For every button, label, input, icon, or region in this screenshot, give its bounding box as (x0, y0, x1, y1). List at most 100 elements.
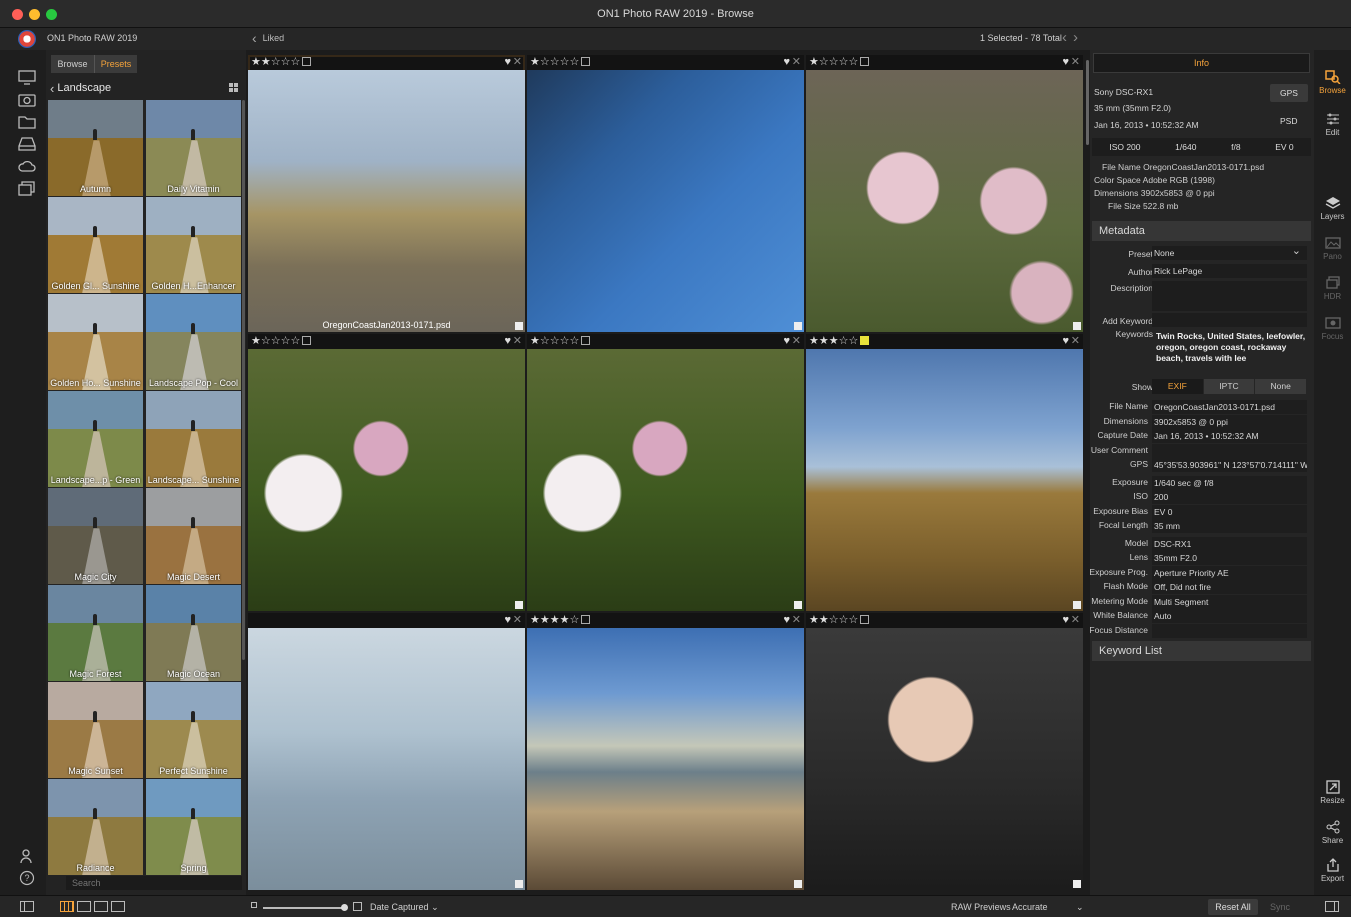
module-layers[interactable]: Layers (1314, 196, 1351, 221)
reject-icon[interactable]: ✕ (513, 334, 522, 348)
grid-view-icon[interactable] (229, 83, 238, 92)
drive-icon[interactable] (18, 136, 36, 151)
exif-value[interactable]: 200 (1152, 490, 1307, 504)
module-browse-label[interactable]: Browse (1319, 86, 1346, 95)
color-label-box[interactable] (860, 615, 870, 624)
back-label[interactable]: Liked (263, 33, 285, 43)
cloud-icon[interactable] (18, 158, 36, 172)
heart-icon[interactable]: ♥ (1062, 613, 1069, 627)
photo-thumbnail[interactable]: ★☆☆☆☆ ♥ ✕ (248, 334, 525, 611)
exif-value[interactable]: Aperture Priority AE (1152, 565, 1307, 580)
chevron-down-icon[interactable]: ⌄ (431, 902, 439, 912)
photo-thumbnail[interactable]: ★☆☆☆☆ ♥ ✕ (527, 334, 804, 611)
show-none-button[interactable]: None (1255, 379, 1308, 394)
color-label-box[interactable] (302, 336, 312, 345)
exif-value[interactable]: Multi Segment (1152, 594, 1307, 609)
toggle-right-panel-icon[interactable] (1325, 901, 1339, 914)
preset-thumbnail[interactable]: Landscape Pop - Cool (146, 294, 241, 390)
photo-thumbnail[interactable]: ★★☆☆☆ ♥ ✕ (806, 613, 1083, 890)
help-icon[interactable]: ? (18, 870, 36, 886)
star-rating[interactable]: ★☆☆☆☆ (530, 55, 591, 69)
thumbnail-size-slider[interactable] (263, 907, 345, 909)
photo-thumbnail[interactable]: ★★★★☆ ♥ ✕ (527, 613, 804, 890)
reset-all-button[interactable]: Reset All (1208, 899, 1258, 915)
filmstrip-view-icon[interactable] (94, 901, 108, 912)
toggle-left-panel-icon[interactable] (20, 901, 34, 914)
star-rating[interactable]: ★★★★☆ (530, 613, 591, 627)
camera-icon[interactable] (18, 92, 36, 107)
chevron-down-icon[interactable]: ⌄ (1292, 244, 1301, 257)
module-resize[interactable]: Resize (1314, 780, 1351, 805)
show-iptc-button[interactable]: IPTC (1203, 379, 1256, 394)
metadata-section-header[interactable]: Metadata (1092, 221, 1311, 241)
color-label-box[interactable] (581, 336, 591, 345)
chevron-down-icon[interactable]: ⌄ (1076, 902, 1084, 912)
module-layers-label[interactable]: Layers (1320, 212, 1344, 221)
exif-value[interactable]: 35 mm (1152, 519, 1307, 533)
add-keyword-field[interactable] (1152, 313, 1307, 327)
module-pano-label[interactable]: Pano (1323, 252, 1342, 261)
color-label-box[interactable] (581, 615, 591, 624)
reject-icon[interactable]: ✕ (513, 55, 522, 69)
preset-thumbnail[interactable]: Autumn (48, 100, 143, 196)
exif-value[interactable]: 45°35'53.903961" N 123°57'0.714111" W (1152, 458, 1307, 472)
color-label-box[interactable] (302, 57, 312, 66)
module-hdr-label[interactable]: HDR (1324, 292, 1341, 301)
heart-icon[interactable]: ♥ (1062, 334, 1069, 348)
gps-button[interactable]: GPS (1270, 84, 1308, 102)
photo-thumbnail[interactable]: ★★★☆☆ ♥ ✕ (806, 334, 1083, 611)
heart-icon[interactable]: ♥ (504, 334, 511, 348)
preset-thumbnail[interactable]: Golden H...Enhancer (146, 197, 241, 293)
preset-thumbnail[interactable]: Radiance (48, 779, 143, 875)
photo-thumbnail[interactable]: ♥ ✕ (248, 613, 525, 890)
preset-thumbnail[interactable]: Magic Ocean (146, 585, 241, 681)
detail-view-icon[interactable] (77, 901, 91, 912)
module-resize-label[interactable]: Resize (1320, 796, 1344, 805)
reject-icon[interactable]: ✕ (792, 334, 801, 348)
module-hdr[interactable]: HDR (1314, 276, 1351, 301)
heart-icon[interactable]: ♥ (783, 613, 790, 627)
heart-icon[interactable]: ♥ (504, 55, 511, 69)
color-label-box[interactable] (581, 57, 591, 66)
preset-select-value[interactable]: None (1154, 248, 1174, 258)
star-rating[interactable]: ★☆☆☆☆ (251, 334, 312, 348)
star-rating[interactable]: ★★☆☆☆ (809, 613, 870, 627)
photo-thumbnail[interactable]: ★☆☆☆☆ ♥ ✕ (806, 55, 1083, 332)
raw-previews-value[interactable]: Accurate (1012, 902, 1048, 912)
heart-icon[interactable]: ♥ (783, 334, 790, 348)
thumbnail-size-knob[interactable] (341, 904, 348, 911)
app-logo-icon[interactable] (18, 30, 36, 48)
description-field[interactable] (1152, 281, 1307, 311)
prev-next-icons[interactable]: ‹› (1062, 29, 1084, 46)
module-pano[interactable]: Pano (1314, 236, 1351, 261)
module-export-label[interactable]: Export (1321, 874, 1344, 883)
star-rating[interactable]: ★★☆☆☆ (251, 55, 312, 69)
keyword-list-header[interactable]: Keyword List (1092, 641, 1311, 661)
preset-thumbnail[interactable]: Golden Ho... Sunshine (48, 294, 143, 390)
info-tab[interactable]: Info (1093, 53, 1310, 73)
monitor-icon[interactable] (18, 70, 36, 85)
module-focus[interactable]: Focus (1314, 316, 1351, 341)
star-rating[interactable]: ★☆☆☆☆ (809, 55, 870, 69)
show-exif-button[interactable]: EXIF (1152, 379, 1204, 394)
preset-scrollbar[interactable] (242, 100, 245, 660)
exif-value[interactable]: 1/640 sec @ f/8 (1152, 475, 1307, 490)
preset-thumbnail[interactable]: Daily Vitamin (146, 100, 241, 196)
preset-search-input[interactable] (66, 876, 242, 890)
reject-icon[interactable]: ✕ (1071, 613, 1080, 627)
compare-view-icon[interactable] (111, 901, 125, 912)
keywords-value[interactable]: Twin Rocks, United States, leefowler, or… (1156, 331, 1306, 364)
exif-value[interactable]: DSC-RX1 (1152, 536, 1307, 551)
exif-value[interactable]: EV 0 (1152, 504, 1307, 519)
preset-thumbnail[interactable]: Magic City (48, 488, 143, 584)
preset-thumbnail[interactable]: Landscape...p - Green (48, 391, 143, 487)
reject-icon[interactable]: ✕ (1071, 55, 1080, 69)
raw-previews-select[interactable]: Accurate ⌄ (1012, 902, 1084, 913)
star-rating[interactable]: ★☆☆☆☆ (530, 334, 591, 348)
photo-thumbnail[interactable]: ★★☆☆☆ ♥ ✕ OregonCoastJan2013-0171.psd (248, 55, 525, 332)
exif-value[interactable]: Auto (1152, 609, 1307, 623)
reject-icon[interactable]: ✕ (1071, 334, 1080, 348)
sort-by-label[interactable]: Date Captured (370, 902, 429, 912)
preset-thumbnail[interactable]: Magic Desert (146, 488, 241, 584)
preset-thumbnail[interactable]: Magic Sunset (48, 682, 143, 778)
